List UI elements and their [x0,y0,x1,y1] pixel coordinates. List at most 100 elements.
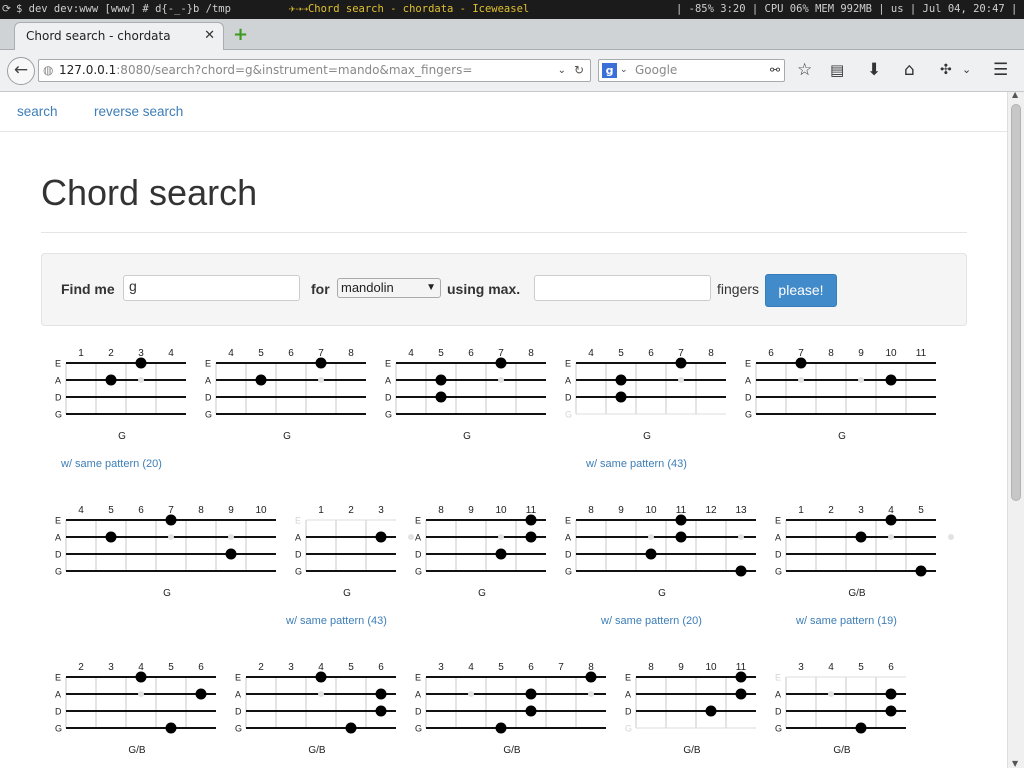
finger-dot [105,374,117,386]
finger-dot [165,722,177,734]
scrollbar-thumb[interactable] [1011,104,1021,501]
string-label: D [415,707,422,717]
string-label: D [385,393,392,403]
search-engine-box[interactable]: g ⌄ Google ⚯ [598,59,785,82]
finger-dot [675,531,687,543]
finger-dot [435,391,447,403]
back-button[interactable]: ← [7,57,35,85]
fret-number: 9 [618,505,624,516]
reading-list-icon[interactable]: ▤ [830,61,844,79]
string-label: A [55,376,61,386]
fret-number: 2 [258,662,264,673]
same-pattern-link[interactable]: w/ same pattern (19) [796,615,897,627]
fretboard: 8 9 10 11 EADG [415,505,547,577]
fretboard: 2 3 4 5 6 EADG [55,662,217,734]
finger-dot [495,722,507,734]
scroll-up-icon[interactable]: ▲ [1012,90,1018,99]
string-label: D [205,393,212,403]
string-label: A [775,690,781,700]
fret-number: 10 [705,662,717,673]
finger-dot [315,357,327,369]
string-label: D [295,550,302,560]
string-label: E [775,673,781,683]
ghost-dot [138,691,144,697]
chord-name: G [163,588,171,599]
string-label: E [55,516,61,526]
string-label: G [295,567,302,577]
fretboard: 2 3 4 5 6 EADG [235,662,397,734]
string-label: E [205,359,211,369]
new-tab-icon[interactable]: + [233,26,248,44]
string-label: E [295,516,301,526]
fret-number: 5 [258,348,264,359]
back-arrow-icon: ← [13,60,29,80]
finger-dot [705,705,717,717]
dropdown-icon[interactable]: ⌄ [558,60,566,81]
string-label: D [55,550,62,560]
finger-dot [225,548,237,560]
finger-dot [885,688,897,700]
chord-diagrams: 1 2 3 4 E A D G Gw/ same pattern (20) 4 5 6 7 8 E A D G G 4… [0,92,1007,768]
fret-number: 8 [348,348,354,359]
addon-icon[interactable]: ✣ [940,61,952,79]
binoculars-icon[interactable]: ⚯ [770,60,780,81]
fret-number: 8 [528,348,534,359]
ghost-dot [138,377,144,383]
fret-number: 7 [168,505,174,516]
fret-number: 4 [408,348,414,359]
scrollbar[interactable]: ▲ ▼ [1007,90,1024,768]
string-label: A [415,533,421,543]
scroll-down-icon[interactable]: ▼ [1012,759,1018,768]
page-content: search reverse search Chord search Find … [0,92,1007,768]
finger-dot [615,391,627,403]
finger-dot [135,357,147,369]
download-icon[interactable]: ⬇ [867,61,881,79]
same-pattern-link[interactable]: w/ same pattern (43) [586,458,687,470]
fret-number: 10 [495,505,507,516]
fret-number: 2 [108,348,114,359]
same-pattern-link[interactable]: w/ same pattern (43) [286,615,387,627]
fretboard: 6 7 8 9 10 11 EADG [745,348,937,420]
menu-icon[interactable]: ☰ [993,61,1008,79]
fret-number: 9 [228,505,234,516]
chord-name: G/B [683,745,701,756]
fretboard: 1 2 3 4 5 EADG [775,505,954,577]
string-label: D [55,393,62,403]
finger-dot [255,374,267,386]
fret-number: 8 [588,662,594,673]
same-pattern-link[interactable]: w/ same pattern (20) [61,458,162,470]
ghost-dot [408,534,414,540]
addon-dropdown-icon[interactable]: ⌄ [962,61,971,79]
finger-dot [165,514,177,526]
bookmark-star-icon[interactable]: ☆ [797,61,812,79]
fretboard: 4 5 6 7 8 EADG [565,348,727,420]
engine-dropdown-icon[interactable]: ⌄ [620,60,628,81]
browser-tab[interactable]: Chord search - chordata ✕ [14,22,224,50]
ghost-dot [738,534,744,540]
fret-number: 9 [858,348,864,359]
string-label: E [625,673,631,683]
fret-number: 4 [168,348,174,359]
chord-name: G [838,431,846,442]
url-bar[interactable]: ◍ 127.0.0.1:8080/search?chord=g&instrume… [38,59,591,82]
fret-number: 3 [108,662,114,673]
string-label: G [205,410,212,420]
tab-bar: Chord search - chordata ✕ + [0,19,1024,50]
close-tab-icon[interactable]: ✕ [204,28,215,43]
reload-icon[interactable]: ↻ [574,60,584,81]
fret-number: 2 [78,662,84,673]
string-label: D [745,393,752,403]
home-icon[interactable]: ⌂ [904,61,915,79]
string-label: G [55,567,62,577]
chord-name: G/B [128,745,146,756]
chord-name: G [643,431,651,442]
string-label: A [745,376,751,386]
finger-dot [795,357,807,369]
google-icon[interactable]: g [602,63,617,78]
chord-name: G [118,431,126,442]
same-pattern-link[interactable]: w/ same pattern (20) [601,615,702,627]
fret-number: 10 [885,348,897,359]
fret-number: 2 [348,505,354,516]
fret-number: 6 [198,662,204,673]
finger-dot [735,671,747,683]
